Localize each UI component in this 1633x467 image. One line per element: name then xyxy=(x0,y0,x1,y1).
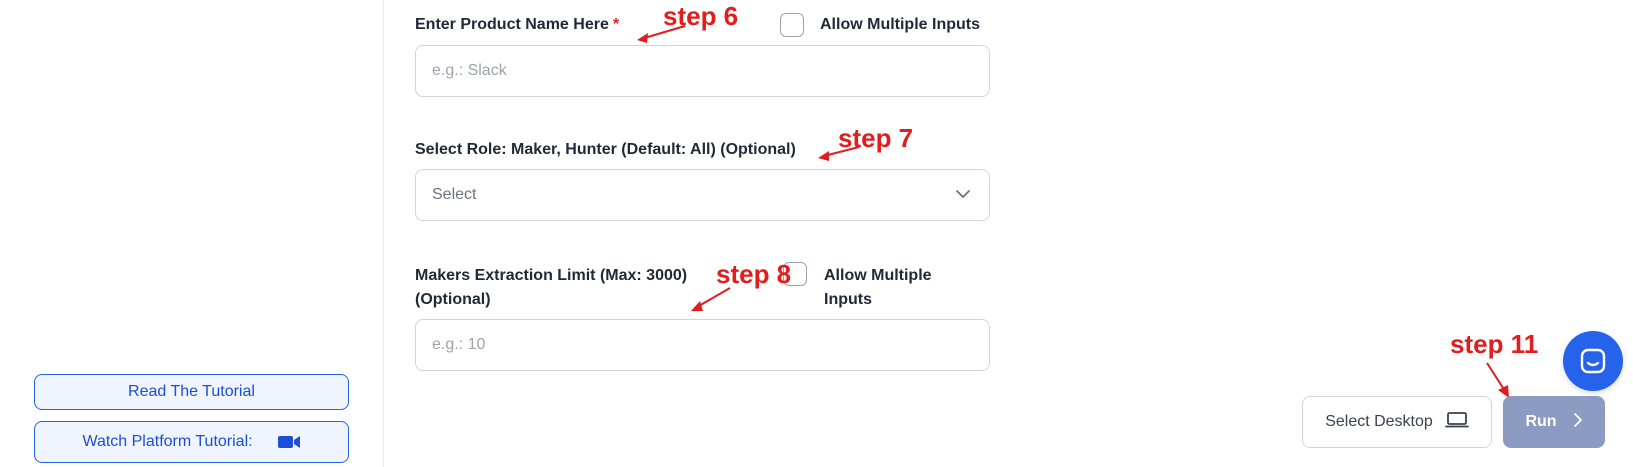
allow-multiple-label-2-line2: Inputs xyxy=(824,291,872,308)
allow-multiple-label-1: Allow Multiple Inputs xyxy=(820,16,980,33)
limit-input[interactable] xyxy=(415,319,990,371)
video-camera-icon xyxy=(277,434,301,450)
watch-tutorial-button[interactable]: Watch Platform Tutorial: xyxy=(34,421,349,463)
step-7-arrow xyxy=(818,146,860,161)
run-button[interactable]: Run xyxy=(1503,396,1605,448)
product-name-label: Enter Product Name Here * xyxy=(415,13,619,37)
limit-label: Makers Extraction Limit (Max: 3000) (Opt… xyxy=(415,264,687,312)
allow-multiple-checkbox-1[interactable] xyxy=(780,13,804,37)
watch-tutorial-label: Watch Platform Tutorial: xyxy=(82,433,253,450)
product-name-label-text: Enter Product Name Here xyxy=(415,16,609,33)
read-tutorial-button[interactable]: Read The Tutorial xyxy=(34,374,349,410)
laptop-icon xyxy=(1444,411,1469,434)
required-mark: * xyxy=(612,16,620,33)
chevron-down-icon xyxy=(955,186,971,204)
step-8-arrow xyxy=(691,287,731,311)
select-desktop-label: Select Desktop xyxy=(1325,413,1433,430)
role-select[interactable]: Select xyxy=(415,169,990,221)
sidebar: Read The Tutorial Watch Platform Tutoria… xyxy=(0,0,384,467)
read-tutorial-label: Read The Tutorial xyxy=(128,383,255,400)
step-6-arrow xyxy=(637,25,686,43)
limit-label-line2: (Optional) xyxy=(415,291,491,308)
allow-multiple-label-2-line1: Allow Multiple xyxy=(824,267,932,284)
run-label: Run xyxy=(1525,413,1557,430)
select-desktop-button[interactable]: Select Desktop xyxy=(1302,396,1492,448)
step-11-annotation: step 11 xyxy=(1450,329,1539,359)
role-select-value: Select xyxy=(432,186,477,203)
limit-label-line1: Makers Extraction Limit (Max: 3000) xyxy=(415,267,688,284)
allow-multiple-label-2: Allow Multiple Inputs xyxy=(824,264,932,312)
role-label: Select Role: Maker, Hunter (Default: All… xyxy=(415,141,796,158)
product-name-input[interactable] xyxy=(415,45,990,97)
chat-icon[interactable] xyxy=(1563,331,1623,391)
chevron-right-icon xyxy=(1573,412,1583,433)
